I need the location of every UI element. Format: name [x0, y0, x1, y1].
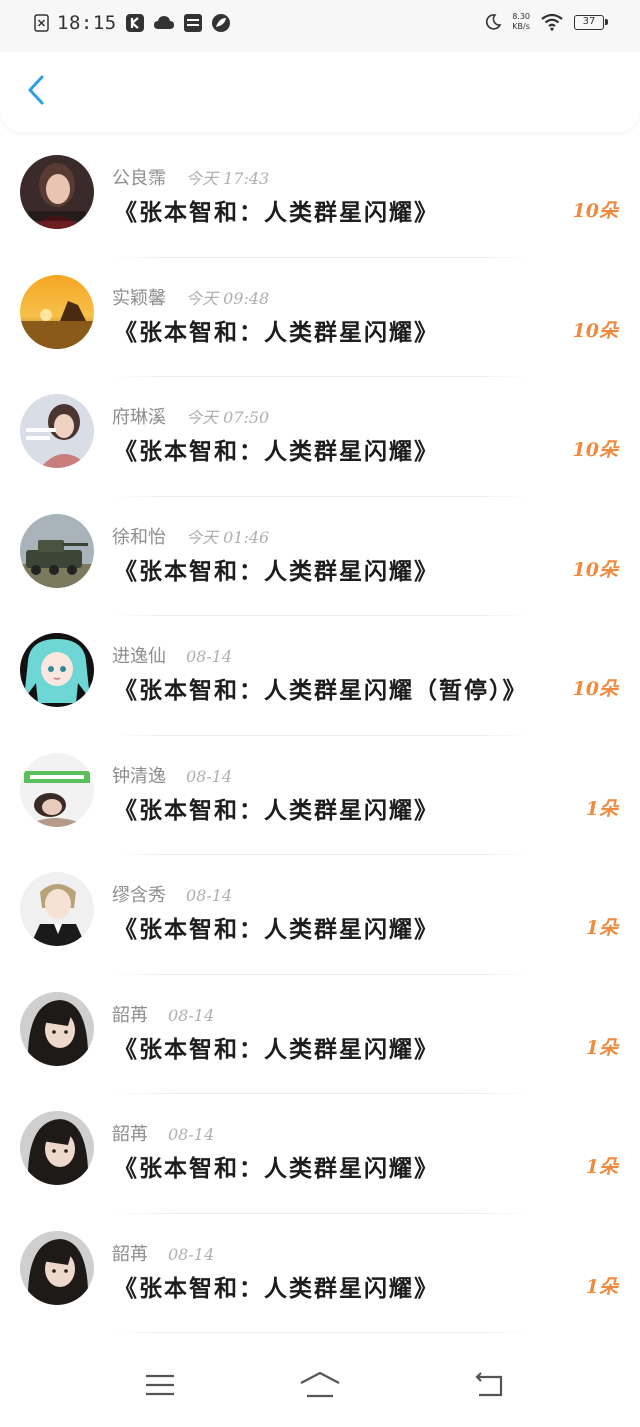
book-title: 《张本智和：人类群星闪耀》	[114, 916, 439, 943]
menu-button[interactable]	[138, 1370, 182, 1404]
list-item[interactable]: 韶苒 08-14 《张本智和：人类群星闪耀》 1朵	[0, 1214, 640, 1333]
wifi-icon	[540, 13, 564, 31]
net-speed: 8.30 KB/s	[512, 12, 530, 32]
flower-count: 10朵	[572, 319, 618, 342]
k-app-icon	[125, 13, 145, 33]
user-name: 韶苒	[112, 1004, 148, 1026]
timestamp: 08-14	[186, 766, 233, 786]
list-item[interactable]: 进逸仙 08-14 《张本智和：人类群星闪耀（暂停）》 10朵	[0, 616, 640, 736]
user-name: 徐和怡	[112, 526, 166, 548]
avatar[interactable]	[20, 155, 94, 229]
card-icon	[183, 13, 203, 33]
list-item[interactable]: 钟清逸 08-14 《张本智和：人类群星闪耀》 1朵	[0, 736, 640, 855]
flower-count: 1朵	[585, 1156, 618, 1178]
book-title: 《张本智和：人类群星闪耀（暂停）》	[114, 677, 528, 704]
back-icon	[471, 1371, 505, 1403]
list-item[interactable]: 韶苒 08-14 《张本智和：人类群星闪耀》 1朵	[0, 1094, 640, 1214]
moon-icon	[484, 13, 502, 31]
avatar[interactable]	[20, 1230, 94, 1305]
timestamp: 今天 09:48	[186, 288, 270, 308]
flower-count: 1朵	[585, 1036, 618, 1059]
name-line: 实颖馨 今天 09:48	[112, 284, 269, 310]
name-line: 韶苒 08-14	[112, 1120, 214, 1146]
flower-count: 10朵	[572, 200, 618, 222]
user-name: 府琳溪	[112, 407, 166, 428]
list-item[interactable]: 公良霈 今天 17:43 《张本智和：人类群星闪耀》 10朵	[0, 138, 640, 258]
status-bar: 18:15 8.30 KB/s 37	[0, 0, 640, 52]
status-right: 8.30 KB/s 37	[484, 12, 608, 32]
header	[0, 52, 640, 132]
avatar[interactable]	[20, 752, 94, 827]
timestamp: 今天 07:50	[186, 408, 270, 427]
flower-count: 1朵	[585, 797, 618, 820]
book-title: 《张本智和：人类群星闪耀》	[114, 1035, 439, 1063]
home-button[interactable]	[298, 1370, 342, 1404]
list-item[interactable]: 韶苒 08-14 《张本智和：人类群星闪耀》 1朵	[0, 975, 640, 1094]
timestamp: 今天 17:43	[186, 169, 270, 188]
flower-count: 10朵	[572, 439, 618, 461]
list-item[interactable]: 府琳溪 今天 07:50 《张本智和：人类群星闪耀》 10朵	[0, 377, 640, 497]
system-nav-bar	[0, 1352, 640, 1427]
back-nav-button[interactable]	[466, 1370, 510, 1404]
book-title: 《张本智和：人类群星闪耀》	[114, 796, 439, 824]
leaf-icon	[211, 13, 231, 33]
timestamp: 08-14	[168, 1244, 215, 1264]
back-button[interactable]	[18, 74, 54, 110]
user-name: 缪含秀	[112, 885, 166, 906]
avatar[interactable]	[20, 872, 94, 946]
flower-count: 10朵	[572, 558, 618, 581]
name-line: 钟清逸 08-14	[112, 762, 232, 788]
list-item[interactable]: 徐和怡 今天 01:46 《张本智和：人类群星闪耀》 10朵	[0, 497, 640, 616]
avatar[interactable]	[20, 394, 94, 468]
list-item[interactable]: 缪含秀 08-14 《张本智和：人类群星闪耀》 1朵	[0, 855, 640, 975]
avatar[interactable]	[20, 1111, 94, 1185]
clock: 18:15	[57, 12, 117, 34]
avatar[interactable]	[20, 274, 94, 349]
flower-count: 1朵	[585, 917, 618, 939]
name-line: 韶苒 08-14	[112, 1240, 214, 1266]
list-item[interactable]: 实颖馨 今天 09:48 《张本智和：人类群星闪耀》 10朵	[0, 258, 640, 377]
name-line: 进逸仙 08-14	[112, 642, 232, 668]
name-line: 徐和怡 今天 01:46	[112, 523, 269, 549]
close-box-icon	[34, 14, 49, 32]
name-line: 韶苒 08-14	[112, 1001, 214, 1027]
user-name: 韶苒	[112, 1243, 148, 1265]
timestamp: 08-14	[168, 1125, 215, 1144]
avatar[interactable]	[20, 633, 94, 707]
avatar[interactable]	[20, 991, 94, 1066]
book-title: 《张本智和：人类群星闪耀》	[114, 1155, 439, 1182]
home-icon	[298, 1370, 342, 1404]
menu-icon	[143, 1372, 177, 1402]
timestamp: 08-14	[168, 1005, 215, 1025]
avatar[interactable]	[20, 513, 94, 588]
timestamp: 08-14	[186, 647, 233, 666]
gift-list: 公良霈 今天 17:43 《张本智和：人类群星闪耀》 10朵 实颖馨 今天 09:48 《张…	[0, 138, 640, 1333]
flower-count: 10朵	[572, 678, 618, 700]
user-name: 进逸仙	[112, 646, 166, 667]
name-line: 公良霈 今天 17:43	[112, 164, 269, 190]
timestamp: 08-14	[186, 886, 233, 905]
battery-icon: 37	[574, 14, 608, 30]
book-title: 《张本智和：人类群星闪耀》	[114, 199, 439, 226]
divider	[112, 1332, 530, 1333]
net-speed-value: 8.30	[512, 12, 530, 21]
flower-count: 1朵	[585, 1275, 618, 1298]
net-speed-unit: KB/s	[512, 22, 530, 31]
name-line: 缪含秀 08-14	[112, 881, 232, 907]
chevron-left-icon	[26, 74, 46, 110]
book-title: 《张本智和：人类群星闪耀》	[114, 1274, 439, 1302]
timestamp: 今天 01:46	[186, 527, 270, 547]
user-name: 钟清逸	[112, 765, 166, 787]
user-name: 公良霈	[112, 168, 166, 189]
cloud-icon	[153, 14, 175, 32]
book-title: 《张本智和：人类群星闪耀》	[114, 318, 439, 346]
name-line: 府琳溪 今天 07:50	[112, 403, 269, 429]
status-left: 18:15	[34, 12, 231, 34]
book-title: 《张本智和：人类群星闪耀》	[114, 438, 439, 465]
user-name: 韶苒	[112, 1124, 148, 1145]
user-name: 实颖馨	[112, 287, 166, 309]
book-title: 《张本智和：人类群星闪耀》	[114, 557, 439, 585]
